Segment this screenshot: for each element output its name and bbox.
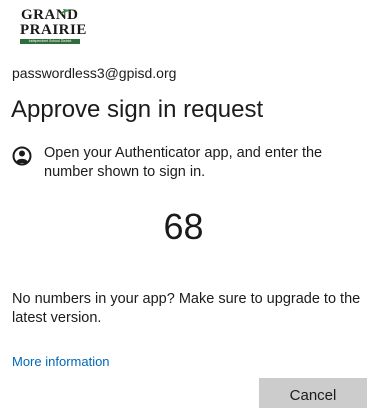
logo-line2: PRAIRIE xyxy=(20,22,87,38)
logo-tagline: Independent School District xyxy=(20,39,80,44)
page-title: Approve sign in request xyxy=(11,96,264,123)
authenticator-lock-icon xyxy=(12,146,32,166)
cancel-button[interactable]: Cancel xyxy=(259,378,367,408)
instruction-text: Open your Authenticator app, and enter t… xyxy=(44,145,323,180)
sign-in-number: 68 xyxy=(163,206,204,247)
account-email: passwordless3@gpisd.org xyxy=(12,65,177,81)
upgrade-hint: No numbers in your app? Make sure to upg… xyxy=(12,291,361,326)
sign-in-page: GRAND PRAIRIE Independent School Distric… xyxy=(0,0,367,408)
more-information-link[interactable]: More information xyxy=(12,354,110,369)
district-logo: GRAND PRAIRIE Independent School Distric… xyxy=(20,7,87,48)
logo-line1: GRAND xyxy=(21,7,79,23)
